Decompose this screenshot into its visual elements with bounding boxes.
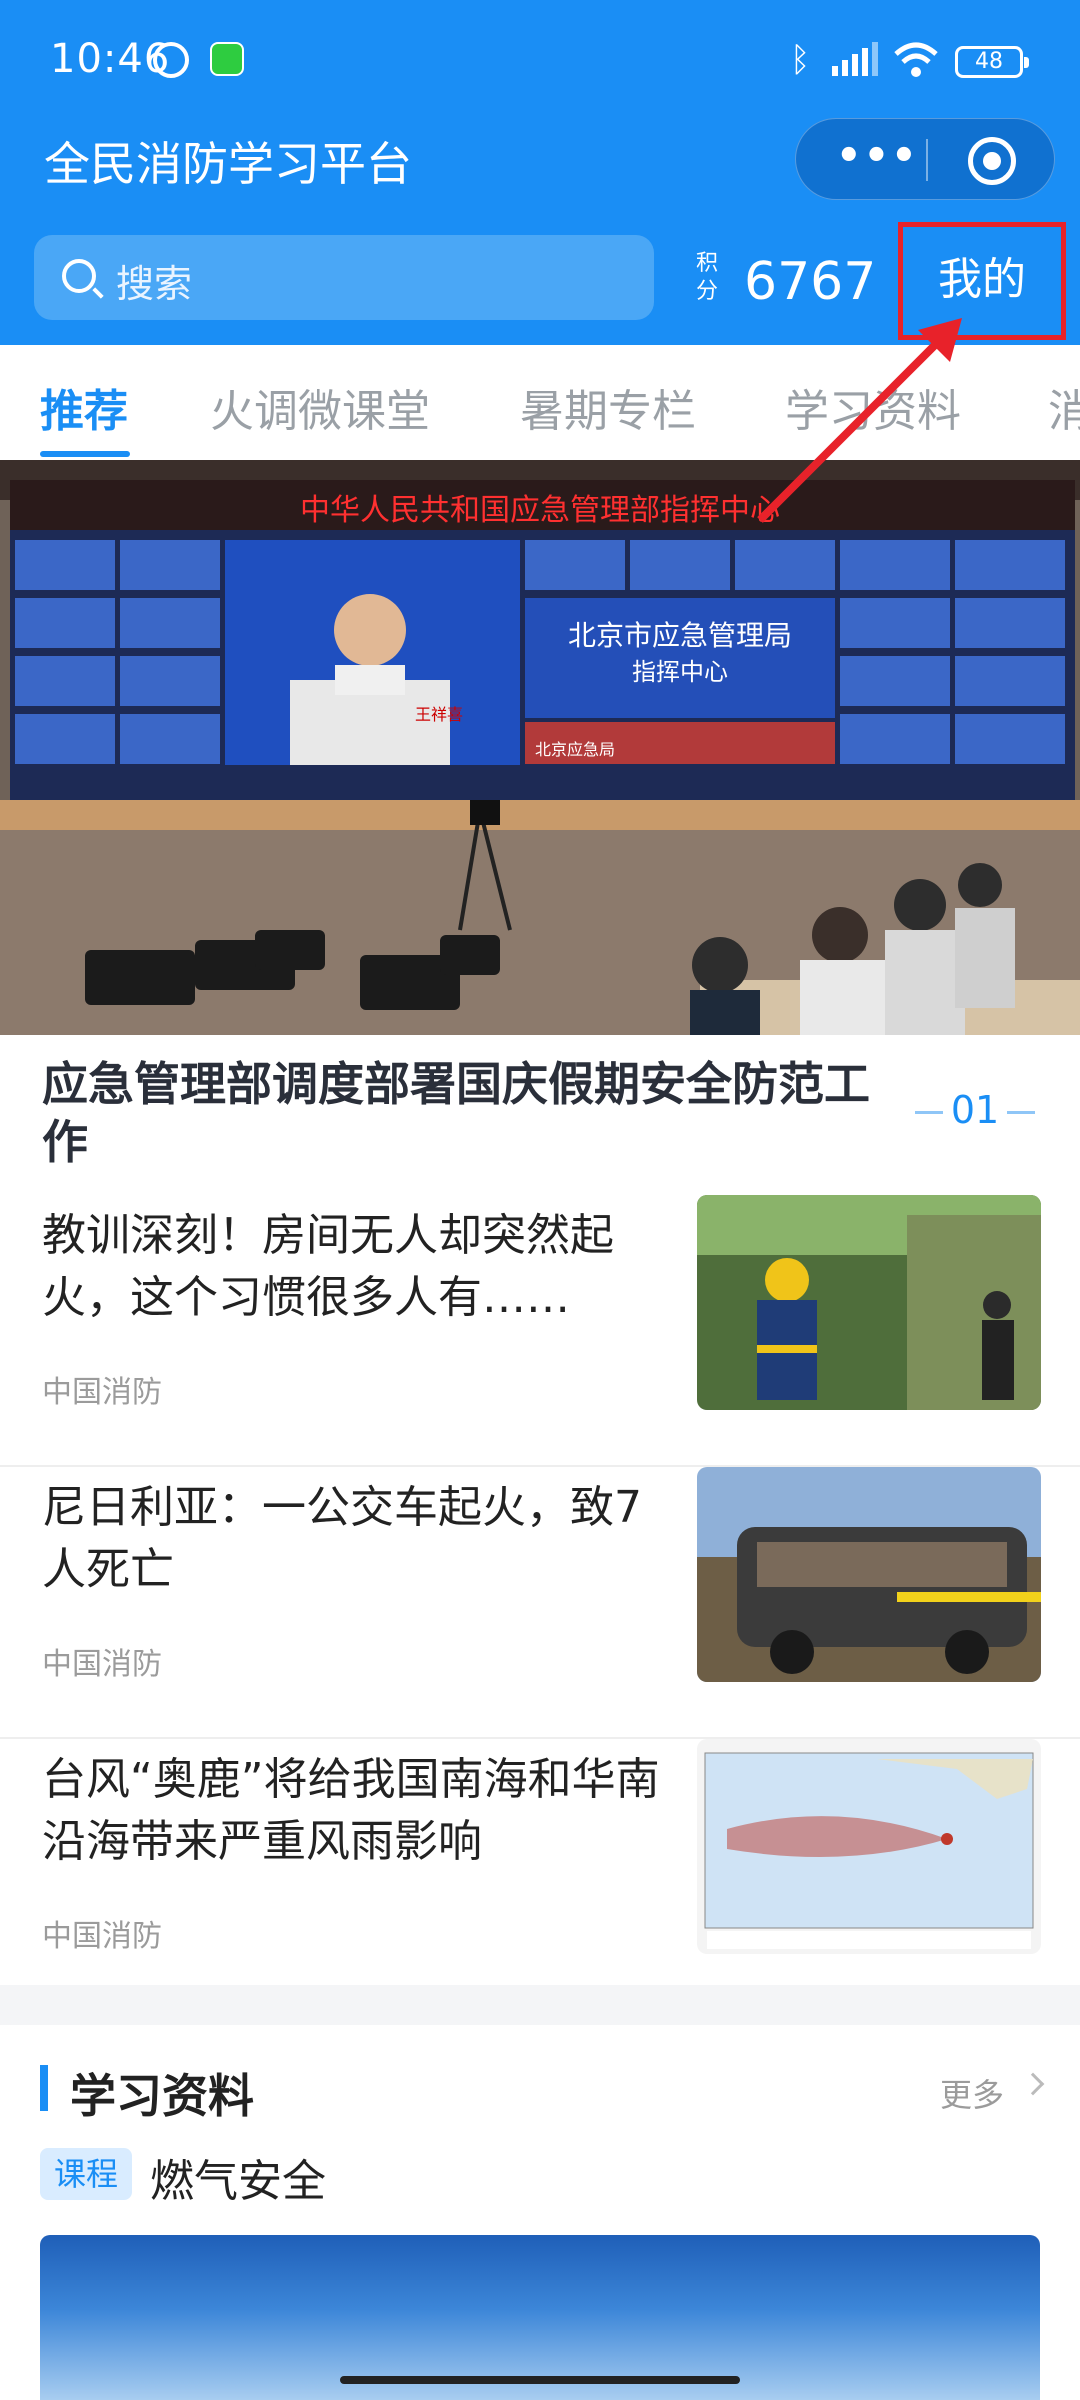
alarm-icon (153, 42, 189, 78)
hero-banner[interactable]: 中华人民共和国应急管理部指挥中心 王祥喜 北京市应急管理局 指挥中心 北京应急局 (0, 460, 1080, 1035)
hero-photo: 中华人民共和国应急管理部指挥中心 王祥喜 北京市应急管理局 指挥中心 北京应急局 (0, 460, 1080, 1035)
tab-fire-micro-class[interactable]: 火调微课堂 (210, 375, 430, 439)
tab-study-materials[interactable]: 学习资料 (785, 375, 961, 439)
section-title: 学习资料 (70, 2069, 254, 2123)
news-item[interactable]: 尼日利亚：一公交车起火，致7人死亡 中国消防 (0, 1467, 1080, 1739)
chevron-right-icon[interactable] (1021, 2072, 1045, 2096)
tab-recommend[interactable]: 推荐 (40, 375, 128, 439)
screen-nameplate: 王祥喜 (415, 705, 463, 724)
news-title: 尼日利亚：一公交车起火，致7人死亡 (42, 1482, 642, 1595)
section-gap (0, 1985, 1080, 2025)
hero-page-indicator: 01 (900, 1088, 1050, 1132)
search-placeholder: 搜索 (116, 262, 193, 306)
course-title[interactable]: 燃气安全 (150, 2145, 326, 2209)
hero-page-number: 01 (950, 1088, 1000, 1132)
home-indicator[interactable] (340, 2376, 740, 2384)
news-item[interactable]: 台风“奥鹿”将给我国南海和华南沿海带来严重风雨影响 中国消防 (0, 1739, 1080, 2011)
points-value: 6767 (744, 252, 877, 312)
screen-center-title: 北京市应急管理局 (568, 619, 792, 652)
news-source: 中国消防 (42, 1647, 162, 1682)
screen-caption: 北京应急局 (535, 740, 615, 759)
hero-headline[interactable]: 应急管理部调度部署国庆假期安全防范工作 (42, 1055, 892, 1171)
news-item[interactable]: 教训深刻！房间无人却突然起火，这个习惯很多人有…… 中国消防 (0, 1195, 1080, 1467)
search-icon (62, 259, 96, 293)
bluetooth-icon: ᛒ (790, 40, 811, 80)
status-bar: 10:46 ᛒ 48 (0, 0, 1080, 120)
news-title: 教训深刻！房间无人却突然起火，这个习惯很多人有…… (42, 1210, 614, 1323)
wifi-icon (894, 42, 938, 77)
signal-icon (832, 42, 878, 76)
app-title: 全民消防学习平台 (44, 137, 412, 191)
mine-button[interactable]: 我的 (898, 222, 1066, 340)
close-mini-program-icon[interactable] (968, 137, 1016, 185)
course-badge: 课程 (40, 2148, 133, 2200)
category-tabs: 推荐 火调微课堂 暑期专栏 学习资料 消 (0, 345, 1080, 460)
active-tab-underline (40, 451, 130, 457)
mini-program-capsule: ••• (795, 118, 1055, 200)
points-label: 积分 (696, 251, 719, 304)
tab-more-partial[interactable]: 消 (1048, 375, 1080, 439)
screen-banner-text: 中华人民共和国应急管理部指挥中心 (300, 493, 780, 528)
news-thumbnail (697, 1739, 1041, 1954)
battery-indicator: 48 (955, 46, 1029, 78)
top-bar: 10:46 ᛒ 48 全民消防学习平台 ••• 搜索 积分 6767 我的 (0, 0, 1080, 345)
screen-center-sub: 指挥中心 (632, 658, 728, 686)
tab-summer-column[interactable]: 暑期专栏 (520, 375, 696, 439)
section-accent-bar (40, 2065, 48, 2111)
wechat-icon (210, 42, 244, 76)
news-source: 中国消防 (42, 1919, 162, 1954)
more-link[interactable]: 更多 (940, 2070, 1004, 2116)
news-source: 中国消防 (42, 1375, 162, 1410)
more-icon[interactable]: ••• (836, 136, 917, 176)
capsule-divider (926, 139, 928, 181)
news-thumbnail (697, 1467, 1041, 1682)
search-input[interactable]: 搜索 (34, 235, 654, 320)
news-title: 台风“奥鹿”将给我国南海和华南沿海带来严重风雨影响 (42, 1754, 660, 1867)
news-thumbnail (697, 1195, 1041, 1410)
